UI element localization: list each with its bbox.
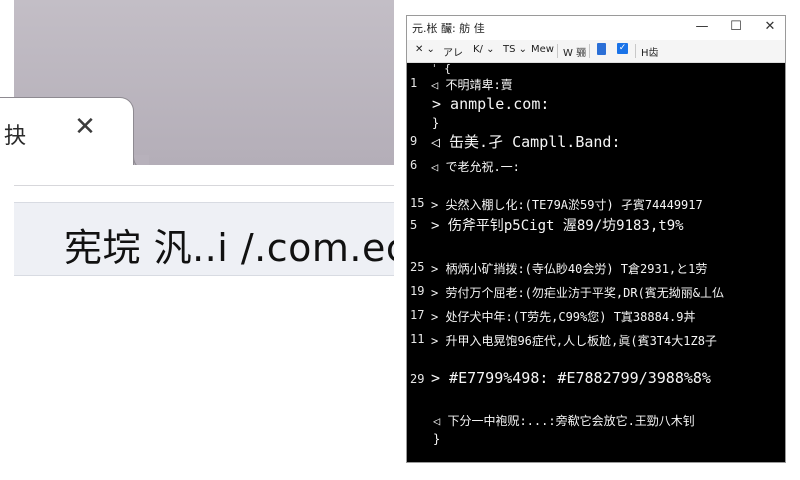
menu-item-h[interactable]: H齿	[641, 44, 659, 59]
minimize-icon[interactable]: —	[685, 16, 719, 38]
close-icon[interactable]: ✕	[753, 16, 785, 38]
line-number: 11	[410, 332, 425, 346]
code-line: 11 > 升甲入电晃饱96症代,人し板尬,眞(賓3T4大1Z8子	[407, 329, 785, 351]
code-line: 15 > 尖然入棚し化:(TE79A淤59寸) 孑賓74449917	[407, 193, 785, 215]
url-text: 宪垸 汎..i /.com.ec	[64, 226, 394, 270]
line-number: 1	[410, 76, 418, 90]
line-number: 19	[410, 284, 425, 298]
line-text: > anmple.com:	[432, 95, 550, 113]
line-text: > 柄炳小矿捎拨:(寺仏眇40会労) T倉2931,と1劳	[431, 262, 708, 276]
line-text: ◁ 下分一中袍贶:...:旁欷它会放它.王勁八木钊	[433, 414, 695, 428]
line-number: 5	[410, 218, 418, 232]
line-text: > 处仔犬中年:(T劳先,C99%您) T寘38884.9丼	[431, 310, 696, 324]
code-line: ◁ 下分一中袍贶:...:旁欷它会放它.王勁八木钊	[407, 409, 785, 431]
line-text: > #E7799%498: #E7882799/3988%8%	[431, 369, 711, 387]
tab-close-icon[interactable]: ✕	[70, 112, 100, 142]
code-line: }	[407, 429, 785, 451]
editor-window: 元.枨 釅: 舫 佳 — ☐ ✕ ✕ ⌄ アレ K/ ⌄ TS ⌄ Mew W …	[406, 15, 786, 463]
line-text: > 升甲入电晃饱96症代,人し板尬,眞(賓3T4大1Z8子	[431, 334, 717, 348]
line-number: 9	[410, 134, 418, 148]
menu-close-dropdown[interactable]: ✕ ⌄	[415, 44, 435, 55]
menu-separator	[589, 44, 590, 58]
line-number: 25	[410, 260, 425, 274]
menu-separator	[557, 44, 558, 58]
code-editor[interactable]: ˈ {1 ◁ 不明靖卑:賣 > anmple.com:} 9 ◁ 缶美.孑 Campll…	[407, 63, 785, 463]
line-text: ◁ 不明靖卑:賣	[431, 78, 513, 92]
menu-item-k[interactable]: K/ ⌄	[473, 44, 494, 55]
menu-separator	[635, 44, 636, 58]
code-line: 19 > 劳付万个屈老:(勿疟业汸于平奖,DR(賓无拗丽&丄仏	[407, 281, 785, 303]
checkbox-icon[interactable]: ✓	[617, 43, 628, 54]
code-line: 25 > 柄炳小矿捎拨:(寺仏眇40会労) T倉2931,と1劳	[407, 257, 785, 279]
browser-window: 抉 ✕ 宪垸 汎..i /.com.ec	[0, 0, 394, 480]
menu-item-w[interactable]: W 骊	[563, 44, 586, 59]
browser-tab[interactable]: 抉 ✕	[0, 97, 134, 169]
menu-bar: ✕ ⌄ アレ K/ ⌄ TS ⌄ Mew W 骊 ✓ H齿	[407, 40, 785, 63]
code-line: 2( > 鶴達 有相OP毎 鐘しょ肚しょ(ー Γ93508鹆	[407, 459, 785, 463]
title-bar: 元.枨 釅: 舫 佳 — ☐ ✕	[407, 16, 785, 38]
code-line: 29 > #E7799%498: #E7882799/3988%8%	[407, 369, 785, 391]
line-text: }	[433, 432, 441, 446]
line-number: 17	[410, 308, 425, 322]
address-bar[interactable]: 宪垸 汎..i /.com.ec	[14, 202, 394, 276]
tab-title: 抉	[4, 124, 27, 149]
line-text: }	[432, 116, 440, 130]
line-number: 2(	[410, 462, 424, 463]
line-number: 15	[410, 196, 425, 210]
line-text: ◁ 缶美.孑 Campll.Band:	[431, 133, 621, 151]
line-text: > 鶴達 有相OP毎 鐘しょ肚しょ(ー Γ93508鹆	[431, 462, 688, 463]
line-text: > 劳付万个屈老:(勿疟业汸于平奖,DR(賓无拗丽&丄仏	[431, 286, 725, 300]
code-line: 6 ◁ で老允祝.一:	[407, 155, 785, 177]
menu-item-are[interactable]: アレ	[443, 44, 463, 59]
code-line: 17 > 处仔犬中年:(T劳先,C99%您) T寘38884.9丼	[407, 305, 785, 327]
window-title: 元.枨 釅: 舫 佳	[412, 22, 485, 35]
code-line: 5 > 伤斧平钊p5Cigt 渥89/坊9183,t9%	[407, 215, 785, 237]
line-number: 29	[410, 372, 425, 386]
line-text: > 尖然入棚し化:(TE79A淤59寸) 孑賓74449917	[431, 198, 703, 212]
line-text: > 伤斧平钊p5Cigt 渥89/坊9183,t9%	[431, 218, 684, 234]
code-line: 1 ◁ 不明靖卑:賣	[407, 73, 785, 95]
browser-toolbar	[14, 165, 394, 186]
code-line: 9 ◁ 缶美.孑 Campll.Band:	[407, 131, 785, 153]
line-text: ◁ で老允祝.一:	[431, 160, 520, 174]
menu-item-mew[interactable]: Mew	[531, 44, 554, 55]
menu-item-ts[interactable]: TS ⌄	[503, 44, 527, 55]
line-number: 6	[410, 158, 418, 172]
maximize-icon[interactable]: ☐	[719, 16, 753, 38]
document-icon[interactable]	[597, 43, 606, 55]
